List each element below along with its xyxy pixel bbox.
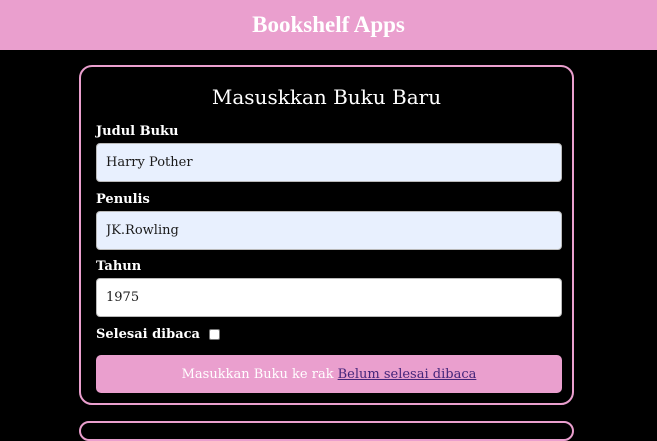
year-input[interactable] bbox=[96, 278, 562, 317]
title-label: Judul Buku bbox=[96, 124, 179, 139]
next-section-card bbox=[79, 421, 574, 441]
input-book-section: Masuskkan Buku Baru Judul Buku Penulis T… bbox=[79, 65, 574, 405]
app-header: Bookshelf Apps bbox=[0, 0, 657, 50]
complete-checkbox[interactable] bbox=[208, 329, 220, 340]
author-input[interactable] bbox=[96, 211, 562, 250]
complete-label: Selesai dibaca bbox=[96, 327, 200, 342]
submit-shelf-label: Belum selesai dibaca bbox=[337, 366, 477, 382]
author-label: Penulis bbox=[96, 192, 150, 207]
submit-button[interactable]: Masukkan Buku ke rak Belum selesai dibac… bbox=[96, 355, 562, 393]
section-title: Masuskkan Buku Baru bbox=[211, 85, 442, 109]
year-label: Tahun bbox=[96, 259, 142, 274]
app-title: Bookshelf Apps bbox=[252, 12, 405, 37]
title-input[interactable] bbox=[96, 143, 562, 182]
complete-row: Selesai dibaca bbox=[96, 327, 220, 342]
submit-label: Masukkan Buku ke rak bbox=[181, 366, 334, 382]
